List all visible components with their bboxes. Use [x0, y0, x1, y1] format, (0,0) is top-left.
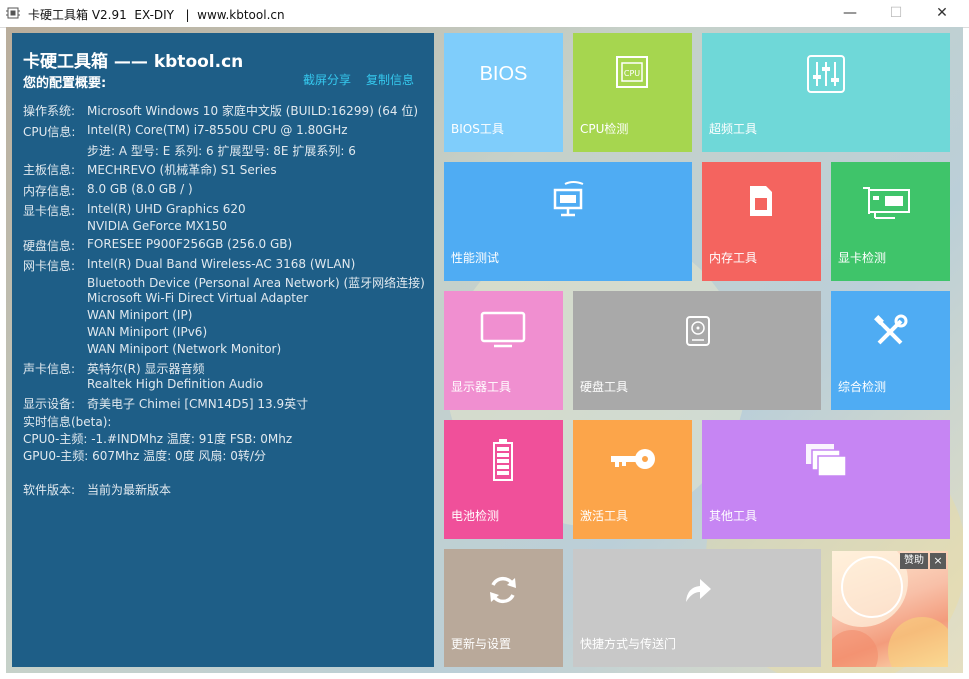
memory-value: 8.0 GB (8.0 GB / )	[87, 182, 193, 196]
audio-label: 声卡信息:	[23, 362, 76, 376]
network-value: Microsoft Wi-Fi Direct Virtual Adapter	[87, 291, 309, 305]
ad-close-button[interactable]: ×	[930, 553, 946, 569]
tile-other-tools[interactable]: 其他工具	[702, 420, 950, 539]
version-value: 当前为最新版本	[87, 483, 172, 497]
tile-cpu-detect[interactable]: CPU CPU检测	[573, 33, 692, 152]
network-value: Bluetooth Device (Personal Area Network)…	[87, 276, 425, 290]
main-area: 卡硬工具箱 —— kbtool.cn 您的配置概要: 截屏分享 复制信息 操作系…	[6, 27, 963, 673]
display-device-value: 奇美电子 Chimei [CMN14D5] 13.9英寸	[87, 397, 309, 411]
tile-comprehensive-detect[interactable]: 综合检测	[831, 291, 950, 410]
tile-monitor-tool[interactable]: 显示器工具	[444, 291, 563, 410]
display-device-label: 显示设备:	[23, 397, 76, 411]
version-label: 软件版本:	[23, 483, 76, 497]
tile-label: 更新与设置	[451, 637, 512, 651]
tools-icon	[871, 313, 909, 351]
memory-label: 内存信息:	[23, 184, 76, 198]
gpu-realtime: GPU0-主频: 607Mhz 温度: 0度 风扇: 0转/分	[23, 449, 266, 463]
os-label: 操作系统:	[23, 104, 76, 118]
close-button[interactable]: ✕	[919, 0, 965, 27]
tile-label: 性能测试	[451, 251, 500, 265]
tile-label: 显示器工具	[451, 380, 512, 394]
network-value: WAN Miniport (Network Monitor)	[87, 342, 282, 356]
gpu-value: Intel(R) UHD Graphics 620	[87, 202, 246, 216]
config-summary-panel: 卡硬工具箱 —— kbtool.cn 您的配置概要: 截屏分享 复制信息 操作系…	[12, 33, 434, 667]
realtime-title: 实时信息(beta):	[23, 415, 112, 429]
gpu-label: 显卡信息:	[23, 204, 76, 218]
sliders-icon	[807, 55, 845, 93]
app-icon	[6, 7, 20, 19]
battery-icon	[492, 438, 514, 482]
disk-label: 硬盘信息:	[23, 239, 76, 253]
motherboard-value: MECHREVO (机械革命) S1 Series	[87, 163, 277, 177]
cpu-chip-text: CPU	[624, 69, 640, 78]
sponsor-ad[interactable]: 赞助 ×	[832, 551, 948, 667]
tile-update-settings[interactable]: 更新与设置	[444, 549, 563, 667]
tile-benchmark[interactable]: 性能测试	[444, 162, 692, 281]
tile-label: 电池检测	[451, 509, 500, 523]
tile-bios-tool[interactable]: BIOS BIOS工具	[444, 33, 563, 152]
windows-stack-icon	[804, 442, 848, 478]
network-label: 网卡信息:	[23, 259, 76, 273]
audio-value: Realtek High Definition Audio	[87, 377, 264, 391]
tile-label: 超频工具	[709, 122, 758, 136]
panel-title: 卡硬工具箱 —— kbtool.cn	[23, 52, 244, 72]
tile-label: 内存工具	[709, 251, 758, 265]
maximize-button[interactable]: ☐	[873, 0, 919, 27]
tile-label: BIOS工具	[451, 122, 504, 136]
key-icon	[609, 446, 657, 472]
tile-label: 快捷方式与传送门	[580, 637, 677, 651]
tile-activation-tool[interactable]: 激活工具	[573, 420, 692, 539]
tile-label: 其他工具	[709, 509, 758, 523]
tile-label: 硬盘工具	[580, 380, 629, 394]
cpu-chip-icon: CPU	[615, 55, 649, 89]
tile-gpu-detect[interactable]: 显卡检测	[831, 162, 950, 281]
graphics-card-icon	[861, 184, 913, 220]
gpu-value: NVIDIA GeForce MX150	[87, 219, 227, 233]
cpu-stepping-value: 步进: A 型号: E 系列: 6 扩展型号: 8E 扩展系列: 6	[87, 144, 356, 158]
tile-label: 综合检测	[838, 380, 887, 394]
panel-subtitle: 您的配置概要:	[23, 76, 107, 91]
tile-overclock-tool[interactable]: 超频工具	[702, 33, 950, 152]
window-title: 卡硬工具箱 V2.91 EX-DIY | www.kbtool.cn	[28, 8, 285, 22]
refresh-icon	[486, 573, 520, 607]
cpu-realtime: CPU0-主频: -1.#INDMhz 温度: 91度 FSB: 0Mhz	[23, 432, 293, 446]
hard-disk-icon	[683, 313, 713, 349]
disk-value: FORESEE P900F256GB (256.0 GB)	[87, 237, 293, 251]
tile-shortcut-portal[interactable]: 快捷方式与传送门	[573, 549, 821, 667]
tile-label: 显卡检测	[838, 251, 887, 265]
display-icon	[480, 311, 526, 349]
network-value: Intel(R) Dual Band Wireless-AC 3168 (WLA…	[87, 257, 356, 271]
memory-card-icon	[748, 184, 774, 218]
share-arrow-icon	[683, 575, 713, 605]
motherboard-label: 主板信息:	[23, 163, 76, 177]
network-value: WAN Miniport (IP)	[87, 308, 193, 322]
network-value: WAN Miniport (IPv6)	[87, 325, 208, 339]
tile-label: CPU检测	[580, 122, 629, 136]
monitor-benchmark-icon	[551, 180, 587, 218]
cpu-label: CPU信息:	[23, 125, 76, 139]
tile-disk-tool[interactable]: 硬盘工具	[573, 291, 821, 410]
screenshot-share-link[interactable]: 截屏分享	[303, 71, 351, 88]
minimize-button[interactable]: —	[827, 0, 873, 27]
bios-text-icon: BIOS	[479, 63, 528, 85]
title-bar: 卡硬工具箱 V2.91 EX-DIY | www.kbtool.cn — ☐ ✕	[0, 0, 969, 28]
sponsor-badge: 赞助	[900, 553, 928, 569]
tile-memory-tool[interactable]: 内存工具	[702, 162, 821, 281]
tile-label: 激活工具	[580, 509, 629, 523]
audio-value: 英特尔(R) 显示器音频	[87, 362, 205, 376]
os-value: Microsoft Windows 10 家庭中文版 (BUILD:16299)…	[87, 104, 419, 118]
cpu-value: Intel(R) Core(TM) i7-8550U CPU @ 1.80GHz	[87, 123, 348, 137]
copy-info-link[interactable]: 复制信息	[366, 71, 414, 88]
tile-battery-detect[interactable]: 电池检测	[444, 420, 563, 539]
